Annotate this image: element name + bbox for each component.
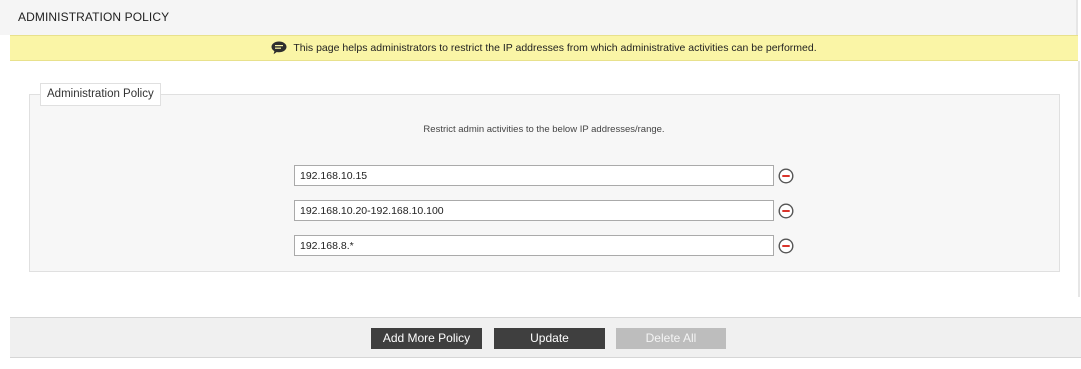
update-button[interactable]: Update: [494, 328, 605, 349]
policy-description: Restrict admin activities to the below I…: [423, 124, 665, 135]
speech-bubble-icon: [271, 41, 287, 54]
ip-entry-row: [294, 235, 804, 256]
policy-legend: Administration Policy: [40, 83, 161, 106]
minus-circle-icon[interactable]: [778, 168, 794, 184]
add-more-policy-button[interactable]: Add More Policy: [371, 328, 482, 349]
ip-entry-row: [294, 200, 804, 221]
ip-address-input[interactable]: [294, 235, 774, 256]
info-banner: This page helps administrators to restri…: [10, 35, 1078, 61]
minus-circle-icon[interactable]: [778, 238, 794, 254]
ip-entry-row: [294, 165, 804, 186]
ip-address-input[interactable]: [294, 200, 774, 221]
info-banner-text: This page helps administrators to restri…: [293, 42, 817, 54]
content-edge: [1078, 61, 1080, 297]
page-title: ADMINISTRATION POLICY: [18, 10, 170, 24]
delete-all-button: Delete All: [616, 328, 726, 349]
page-header: ADMINISTRATION POLICY: [0, 0, 1078, 35]
minus-circle-icon[interactable]: [778, 203, 794, 219]
ip-address-input[interactable]: [294, 165, 774, 186]
